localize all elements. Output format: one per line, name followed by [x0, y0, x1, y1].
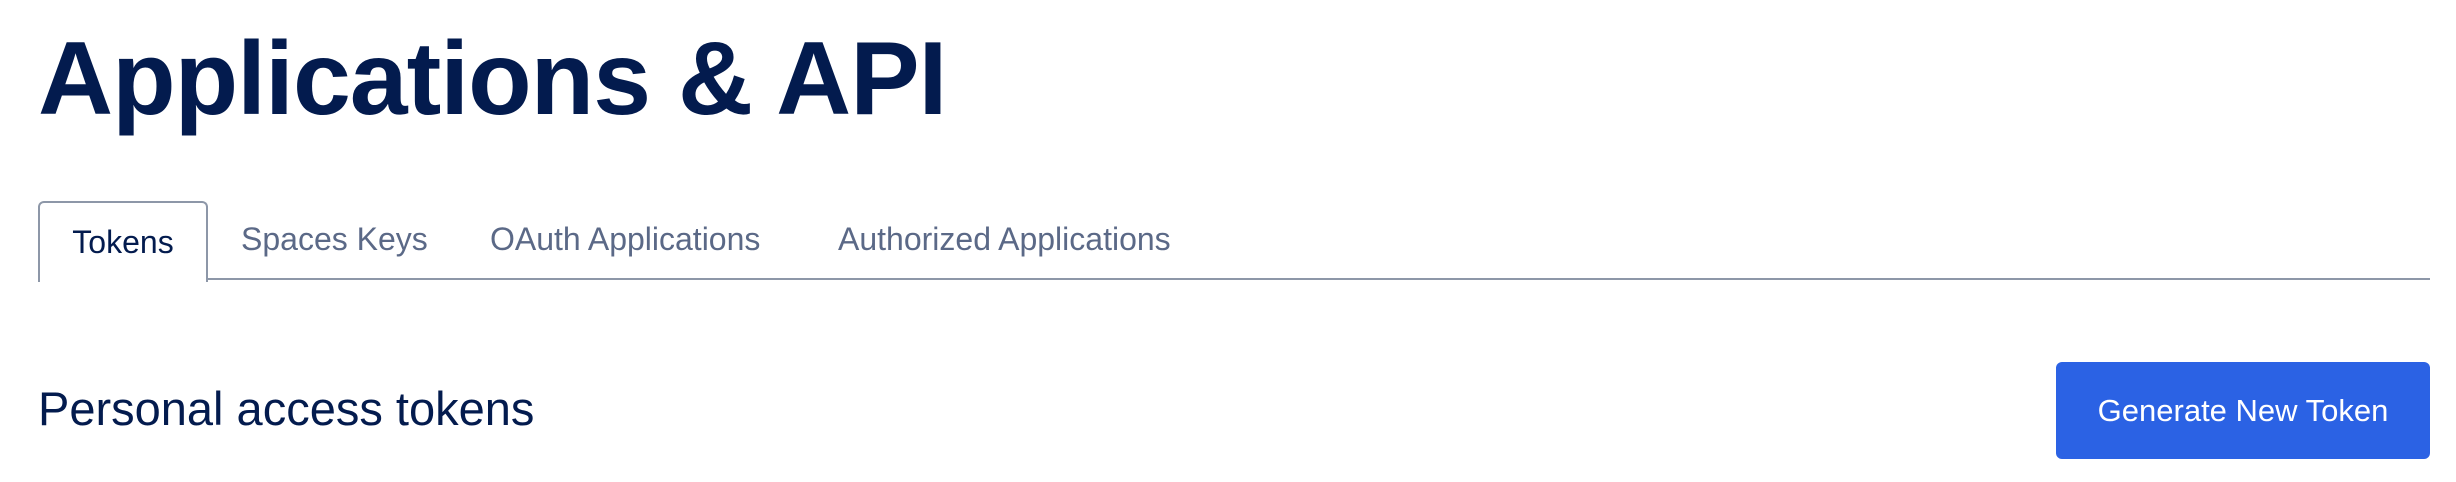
tab-oauth-applications[interactable]: OAuth Applications: [490, 201, 760, 280]
generate-new-token-button[interactable]: Generate New Token: [2056, 362, 2430, 459]
section-title: Personal access tokens: [38, 382, 535, 435]
tab-tokens[interactable]: Tokens: [38, 201, 208, 282]
tab-spaces-keys[interactable]: Spaces Keys: [241, 201, 428, 280]
tab-bar: Tokens Spaces Keys OAuth Applications Au…: [38, 201, 2430, 282]
page-title: Applications & API: [38, 21, 947, 137]
tab-authorized-applications[interactable]: Authorized Applications: [838, 201, 1171, 280]
page: Applications & API Tokens Spaces Keys OA…: [0, 0, 2456, 482]
